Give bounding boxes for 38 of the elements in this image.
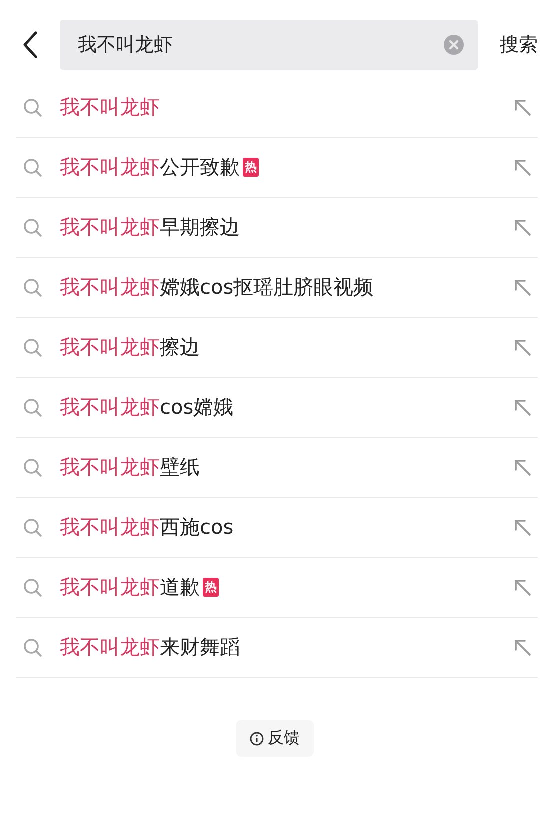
search-icon bbox=[23, 458, 43, 478]
hot-badge: 热 bbox=[243, 158, 259, 177]
suggestion-item[interactable]: 我不叫龙虾擦边 bbox=[60, 334, 200, 361]
search-icon bbox=[23, 218, 43, 238]
arrow-icon[interactable] bbox=[514, 338, 532, 356]
info-icon bbox=[250, 732, 264, 746]
arrow-icon[interactable] bbox=[514, 638, 532, 656]
arrow-icon[interactable] bbox=[514, 458, 532, 476]
suggestion-item[interactable]: 我不叫龙虾嫦娥cos抠瑶肚脐眼视频 bbox=[60, 274, 374, 301]
arrow-icon[interactable] bbox=[514, 218, 532, 236]
arrow-icon[interactable] bbox=[514, 398, 532, 416]
arrow-icon[interactable] bbox=[514, 518, 532, 536]
suggestion-item[interactable]: 我不叫龙虾来财舞蹈 bbox=[60, 634, 240, 661]
hot-badge: 热 bbox=[203, 578, 219, 597]
search-icon bbox=[23, 518, 43, 538]
suggestion-item[interactable]: 我不叫龙虾壁纸 bbox=[60, 454, 200, 481]
suggestion-item[interactable]: 我不叫龙虾公开致歉 bbox=[60, 154, 240, 181]
search-icon bbox=[23, 578, 43, 598]
arrow-icon[interactable] bbox=[514, 98, 532, 116]
back-icon[interactable] bbox=[22, 31, 38, 59]
suggestion-item[interactable]: 我不叫龙虾西施cos bbox=[60, 514, 234, 541]
feedback-button[interactable]: 反馈 bbox=[236, 720, 314, 757]
search-icon bbox=[23, 98, 43, 118]
arrow-icon[interactable] bbox=[514, 578, 532, 596]
search-icon bbox=[23, 158, 43, 178]
arrow-icon[interactable] bbox=[514, 278, 532, 296]
search-button[interactable]: 搜索 bbox=[500, 32, 538, 58]
arrow-icon[interactable] bbox=[514, 158, 532, 176]
search-icon bbox=[23, 278, 43, 298]
suggestion-item[interactable]: 我不叫龙虾早期擦边 bbox=[60, 214, 240, 241]
suggestion-item[interactable]: 我不叫龙虾道歉 bbox=[60, 574, 200, 601]
clear-icon[interactable] bbox=[444, 35, 464, 55]
suggestion-item[interactable]: 我不叫龙虾cos嫦娥 bbox=[60, 394, 234, 421]
search-icon bbox=[23, 338, 43, 358]
suggestion-item[interactable]: 我不叫龙虾 bbox=[60, 94, 160, 121]
search-field[interactable]: 我不叫龙虾 bbox=[60, 20, 478, 70]
search-icon bbox=[23, 398, 43, 418]
search-icon bbox=[23, 638, 43, 658]
